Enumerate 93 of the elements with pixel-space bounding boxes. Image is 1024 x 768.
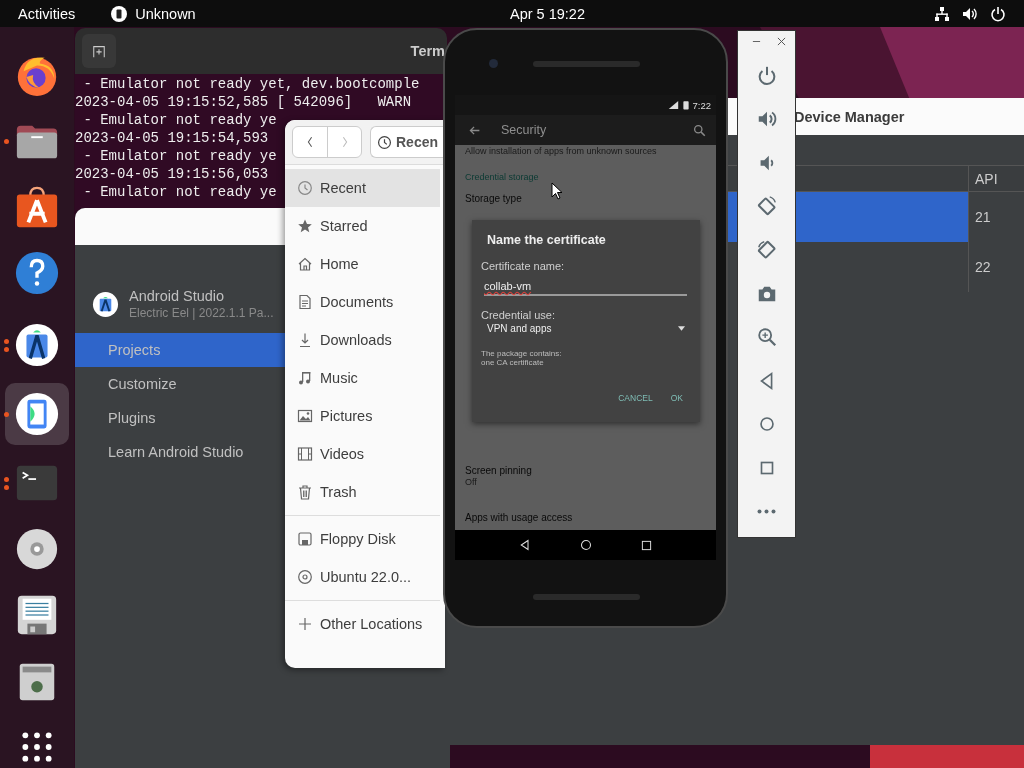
document-icon xyxy=(297,294,313,310)
version-label: Electric Eel | 2022.1.1 Pa... xyxy=(129,306,274,320)
clock[interactable]: Apr 5 19:22 xyxy=(510,5,585,22)
new-tab-icon xyxy=(92,44,106,58)
plus-icon xyxy=(297,616,313,632)
note-text: one CA certificate xyxy=(481,358,545,367)
sidebar-item[interactable]: Ubuntu 22.0... xyxy=(285,558,440,596)
dock-launcher[interactable] xyxy=(5,383,69,445)
sidebar-item[interactable]: Home xyxy=(285,245,440,283)
credential-use-dropdown[interactable]: VPN and apps xyxy=(487,323,687,334)
network-icon[interactable] xyxy=(934,5,950,22)
sidebar-item[interactable]: Floppy Disk xyxy=(285,520,440,558)
running-dot xyxy=(4,138,9,144)
film-icon xyxy=(297,446,313,462)
running-dot xyxy=(4,346,9,352)
caret-icon xyxy=(678,326,685,331)
field-label: Certificate name: xyxy=(481,260,566,272)
star-icon xyxy=(297,218,313,234)
sidebar-item[interactable]: Videos xyxy=(285,435,440,473)
field-label: Credential use: xyxy=(481,309,556,321)
zoom-in-icon xyxy=(755,326,778,349)
sidebar-item[interactable]: Starred xyxy=(285,207,440,245)
terminal-line: - Emulator not ready ye xyxy=(82,147,277,165)
compass-icon xyxy=(14,322,60,368)
overview-icon[interactable] xyxy=(640,539,652,551)
terminal-line: - Emulator not ready yet, dev.bootcomple xyxy=(82,75,420,93)
table-cell: 21 xyxy=(968,192,991,242)
status-time: 7:22 xyxy=(692,99,711,111)
sidebar-item[interactable]: Trash xyxy=(285,473,440,511)
battery-icon xyxy=(682,100,689,110)
search-icon[interactable] xyxy=(693,123,706,137)
back-icon[interactable] xyxy=(519,539,532,551)
sidebar-item[interactable]: Music xyxy=(285,359,440,397)
house-icon xyxy=(297,256,313,272)
setting-text: Apps with usage access xyxy=(465,512,574,523)
nav-item[interactable]: Plugins xyxy=(75,401,285,435)
new-tab-button[interactable] xyxy=(82,34,116,68)
note-text: The package contains: xyxy=(481,349,563,358)
sidebar-item[interactable]: Recent xyxy=(285,169,440,207)
setting-text: Screen pinning xyxy=(465,465,533,476)
setting-text: Off xyxy=(465,477,478,487)
screen-title: Security xyxy=(501,123,547,137)
sidebar-item[interactable]: Other Locations xyxy=(285,605,440,643)
power-icon[interactable] xyxy=(990,5,1006,22)
sidebar-item[interactable]: Documents xyxy=(285,283,440,321)
phone-icon xyxy=(14,391,60,437)
certificate-name-field[interactable]: collab-vm xyxy=(484,280,687,296)
signal-icon xyxy=(667,100,679,110)
image-icon xyxy=(297,408,313,424)
app-name: Android Studio xyxy=(129,288,226,304)
terminal-line: 2023-04-05 19:15:54,593 xyxy=(75,129,269,147)
home-icon[interactable] xyxy=(580,539,592,551)
android-studio-logo-icon xyxy=(92,290,119,318)
terminal-line: 2023-04-05 19:15:56,053 xyxy=(75,165,269,183)
close-icon[interactable] xyxy=(776,37,786,46)
dialog-button[interactable]: CANCEL xyxy=(614,391,657,405)
phone-icon xyxy=(111,5,128,22)
download-icon xyxy=(297,332,313,348)
forward-icon xyxy=(340,135,349,149)
nav-item[interactable]: Customize xyxy=(75,367,285,401)
dialog-title: Name the certificate xyxy=(487,233,607,247)
setting-text: Credential storage xyxy=(465,172,540,182)
setting-text: Storage type xyxy=(465,193,523,204)
terminal-line: - Emulator not ready ye xyxy=(82,183,277,201)
camera-lens xyxy=(489,59,498,68)
shopping-bag-icon xyxy=(14,184,60,230)
more-icon xyxy=(757,508,776,514)
running-dot xyxy=(4,338,9,344)
cursor-icon xyxy=(551,182,563,200)
nav-item[interactable]: Learn Android Studio xyxy=(75,435,285,469)
clock-icon xyxy=(377,134,392,150)
dialog-button[interactable]: OK xyxy=(666,391,687,405)
table-cell: 22 xyxy=(968,242,991,292)
activities-button[interactable]: Activities xyxy=(18,5,76,22)
disc-icon xyxy=(14,526,60,572)
rotate-left-icon xyxy=(755,195,778,218)
column-header[interactable]: API xyxy=(968,166,998,191)
help-icon xyxy=(14,250,60,296)
sidebar-item[interactable]: Downloads xyxy=(285,321,440,359)
sidebar-item[interactable]: Pictures xyxy=(285,397,440,435)
clock-icon xyxy=(297,180,313,196)
running-dot xyxy=(4,476,9,482)
app-menu-label[interactable]: Unknown xyxy=(135,5,196,22)
rotate-right-icon xyxy=(755,238,778,261)
terminal-line: - Emulator not ready ye xyxy=(82,111,277,129)
disc-icon xyxy=(297,569,313,585)
trash-icon xyxy=(297,484,313,500)
back-icon xyxy=(306,135,314,149)
music-note-icon xyxy=(297,370,313,386)
running-dot xyxy=(4,484,9,490)
location-button[interactable]: Recen xyxy=(370,126,444,158)
terminal-line: 2023-04-05 19:15:52,585 [ 542096] WARN xyxy=(75,93,412,111)
window-title: Term xyxy=(410,43,445,59)
